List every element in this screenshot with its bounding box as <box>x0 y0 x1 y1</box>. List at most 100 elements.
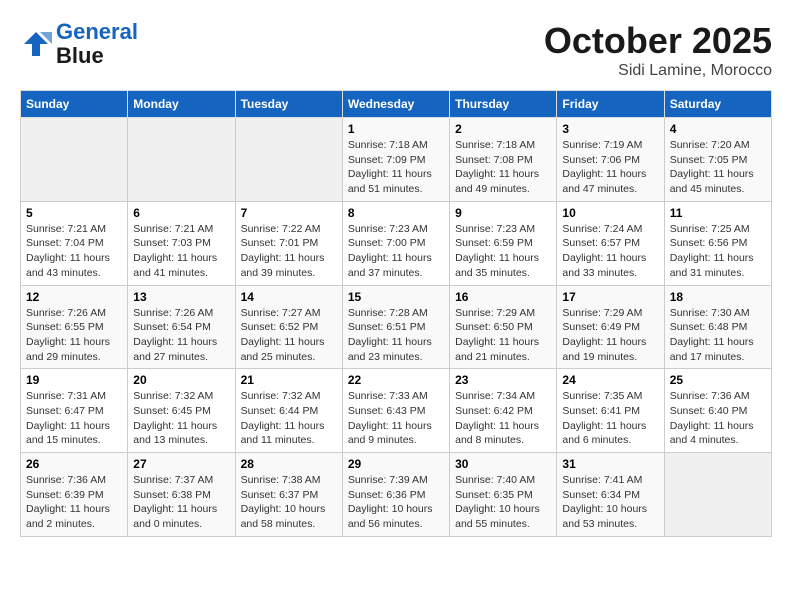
calendar-week-row: 5Sunrise: 7:21 AM Sunset: 7:04 PM Daylig… <box>21 201 772 285</box>
day-number: 27 <box>133 457 229 471</box>
day-number: 23 <box>455 373 551 387</box>
day-number: 15 <box>348 290 444 304</box>
day-number: 20 <box>133 373 229 387</box>
day-info: Sunrise: 7:35 AM Sunset: 6:41 PM Dayligh… <box>562 389 658 448</box>
calendar-cell: 25Sunrise: 7:36 AM Sunset: 6:40 PM Dayli… <box>664 369 771 453</box>
calendar-cell: 3 Sunrise: 7:19 AM Sunset: 7:06 PM Daylig… <box>557 118 664 202</box>
calendar-cell: 4Sunrise: 7:20 AM Sunset: 7:05 PM Daylig… <box>664 118 771 202</box>
calendar-cell: 15 Sunrise: 7:28 AM Sunset: 6:51 PM Dayli… <box>342 285 449 369</box>
calendar-week-row: 19 Sunrise: 7:31 AM Sunset: 6:47 PM Dayli… <box>21 369 772 453</box>
day-info: Sunrise: 7:21 AM Sunset: 7:03 PM Dayligh… <box>133 222 229 281</box>
location-subtitle: Sidi Lamine, Morocco <box>544 62 772 80</box>
day-number: 10 <box>562 206 658 220</box>
day-info: Sunrise: 7:20 AM Sunset: 7:05 PM Dayligh… <box>670 138 766 197</box>
day-info: Sunrise: 7:26 AM Sunset: 6:54 PM Dayligh… <box>133 306 229 365</box>
calendar-cell <box>235 118 342 202</box>
calendar-cell: 14Sunrise: 7:27 AM Sunset: 6:52 PM Dayli… <box>235 285 342 369</box>
day-number: 21 <box>241 373 337 387</box>
day-info: Sunrise: 7:33 AM Sunset: 6:43 PM Dayligh… <box>348 389 444 448</box>
calendar-body: 1Sunrise: 7:18 AM Sunset: 7:09 PM Daylig… <box>21 118 772 537</box>
day-number: 1 <box>348 122 444 136</box>
day-info: Sunrise: 7:34 AM Sunset: 6:42 PM Dayligh… <box>455 389 551 448</box>
day-number: 6 <box>133 206 229 220</box>
calendar-cell: 26Sunrise: 7:36 AM Sunset: 6:39 PM Dayli… <box>21 453 128 537</box>
day-info: Sunrise: 7:22 AM Sunset: 7:01 PM Dayligh… <box>241 222 337 281</box>
day-info: Sunrise: 7:19 AM Sunset: 7:06 PM Dayligh… <box>562 138 658 197</box>
logo: General Blue <box>20 20 138 68</box>
calendar-cell: 6 Sunrise: 7:21 AM Sunset: 7:03 PM Daylig… <box>128 201 235 285</box>
calendar-cell <box>21 118 128 202</box>
weekday-header: Friday <box>557 91 664 118</box>
day-info: Sunrise: 7:29 AM Sunset: 6:50 PM Dayligh… <box>455 306 551 365</box>
logo-text: General Blue <box>56 20 138 68</box>
calendar-cell <box>128 118 235 202</box>
day-number: 22 <box>348 373 444 387</box>
day-info: Sunrise: 7:41 AM Sunset: 6:34 PM Dayligh… <box>562 473 658 532</box>
day-number: 12 <box>26 290 122 304</box>
calendar-cell: 1Sunrise: 7:18 AM Sunset: 7:09 PM Daylig… <box>342 118 449 202</box>
weekday-header: Wednesday <box>342 91 449 118</box>
calendar-cell: 22 Sunrise: 7:33 AM Sunset: 6:43 PM Dayli… <box>342 369 449 453</box>
calendar-cell: 27Sunrise: 7:37 AM Sunset: 6:38 PM Dayli… <box>128 453 235 537</box>
day-number: 9 <box>455 206 551 220</box>
calendar-cell: 10 Sunrise: 7:24 AM Sunset: 6:57 PM Dayli… <box>557 201 664 285</box>
day-number: 17 <box>562 290 658 304</box>
logo-icon <box>20 28 52 60</box>
page-header: General Blue October 2025 Sidi Lamine, M… <box>20 20 772 80</box>
calendar-cell: 9 Sunrise: 7:23 AM Sunset: 6:59 PM Daylig… <box>450 201 557 285</box>
calendar-header-row: SundayMondayTuesdayWednesdayThursdayFrid… <box>21 91 772 118</box>
month-title: October 2025 <box>544 20 772 62</box>
weekday-header: Sunday <box>21 91 128 118</box>
day-info: Sunrise: 7:31 AM Sunset: 6:47 PM Dayligh… <box>26 389 122 448</box>
day-number: 19 <box>26 373 122 387</box>
day-info: Sunrise: 7:40 AM Sunset: 6:35 PM Dayligh… <box>455 473 551 532</box>
day-number: 18 <box>670 290 766 304</box>
calendar-cell: 17 Sunrise: 7:29 AM Sunset: 6:49 PM Dayli… <box>557 285 664 369</box>
calendar-cell: 7 Sunrise: 7:22 AM Sunset: 7:01 PM Daylig… <box>235 201 342 285</box>
weekday-header: Saturday <box>664 91 771 118</box>
day-info: Sunrise: 7:28 AM Sunset: 6:51 PM Dayligh… <box>348 306 444 365</box>
day-number: 7 <box>241 206 337 220</box>
calendar-cell: 8 Sunrise: 7:23 AM Sunset: 7:00 PM Daylig… <box>342 201 449 285</box>
day-number: 24 <box>562 373 658 387</box>
day-info: Sunrise: 7:24 AM Sunset: 6:57 PM Dayligh… <box>562 222 658 281</box>
day-number: 2 <box>455 122 551 136</box>
calendar-cell: 20 Sunrise: 7:32 AM Sunset: 6:45 PM Dayli… <box>128 369 235 453</box>
day-number: 28 <box>241 457 337 471</box>
calendar-cell: 19 Sunrise: 7:31 AM Sunset: 6:47 PM Dayli… <box>21 369 128 453</box>
calendar-cell: 30Sunrise: 7:40 AM Sunset: 6:35 PM Dayli… <box>450 453 557 537</box>
weekday-header: Tuesday <box>235 91 342 118</box>
calendar-cell: 11Sunrise: 7:25 AM Sunset: 6:56 PM Dayli… <box>664 201 771 285</box>
day-info: Sunrise: 7:25 AM Sunset: 6:56 PM Dayligh… <box>670 222 766 281</box>
day-info: Sunrise: 7:18 AM Sunset: 7:08 PM Dayligh… <box>455 138 551 197</box>
calendar-cell: 21Sunrise: 7:32 AM Sunset: 6:44 PM Dayli… <box>235 369 342 453</box>
day-info: Sunrise: 7:36 AM Sunset: 6:40 PM Dayligh… <box>670 389 766 448</box>
day-info: Sunrise: 7:29 AM Sunset: 6:49 PM Dayligh… <box>562 306 658 365</box>
calendar-cell: 24 Sunrise: 7:35 AM Sunset: 6:41 PM Dayli… <box>557 369 664 453</box>
day-info: Sunrise: 7:30 AM Sunset: 6:48 PM Dayligh… <box>670 306 766 365</box>
weekday-header: Monday <box>128 91 235 118</box>
day-number: 16 <box>455 290 551 304</box>
calendar-cell: 13 Sunrise: 7:26 AM Sunset: 6:54 PM Dayli… <box>128 285 235 369</box>
day-number: 8 <box>348 206 444 220</box>
day-info: Sunrise: 7:32 AM Sunset: 6:45 PM Dayligh… <box>133 389 229 448</box>
day-number: 13 <box>133 290 229 304</box>
day-info: Sunrise: 7:39 AM Sunset: 6:36 PM Dayligh… <box>348 473 444 532</box>
calendar-week-row: 12 Sunrise: 7:26 AM Sunset: 6:55 PM Dayli… <box>21 285 772 369</box>
calendar-cell: 12 Sunrise: 7:26 AM Sunset: 6:55 PM Dayli… <box>21 285 128 369</box>
title-block: October 2025 Sidi Lamine, Morocco <box>544 20 772 80</box>
calendar-cell: 18 Sunrise: 7:30 AM Sunset: 6:48 PM Dayli… <box>664 285 771 369</box>
calendar-cell: 23 Sunrise: 7:34 AM Sunset: 6:42 PM Dayli… <box>450 369 557 453</box>
day-info: Sunrise: 7:21 AM Sunset: 7:04 PM Dayligh… <box>26 222 122 281</box>
day-number: 31 <box>562 457 658 471</box>
day-info: Sunrise: 7:23 AM Sunset: 6:59 PM Dayligh… <box>455 222 551 281</box>
weekday-header: Thursday <box>450 91 557 118</box>
calendar-week-row: 1Sunrise: 7:18 AM Sunset: 7:09 PM Daylig… <box>21 118 772 202</box>
calendar-cell: 31 Sunrise: 7:41 AM Sunset: 6:34 PM Dayli… <box>557 453 664 537</box>
day-number: 26 <box>26 457 122 471</box>
calendar-week-row: 26Sunrise: 7:36 AM Sunset: 6:39 PM Dayli… <box>21 453 772 537</box>
day-number: 3 <box>562 122 658 136</box>
day-info: Sunrise: 7:23 AM Sunset: 7:00 PM Dayligh… <box>348 222 444 281</box>
day-info: Sunrise: 7:38 AM Sunset: 6:37 PM Dayligh… <box>241 473 337 532</box>
day-info: Sunrise: 7:26 AM Sunset: 6:55 PM Dayligh… <box>26 306 122 365</box>
